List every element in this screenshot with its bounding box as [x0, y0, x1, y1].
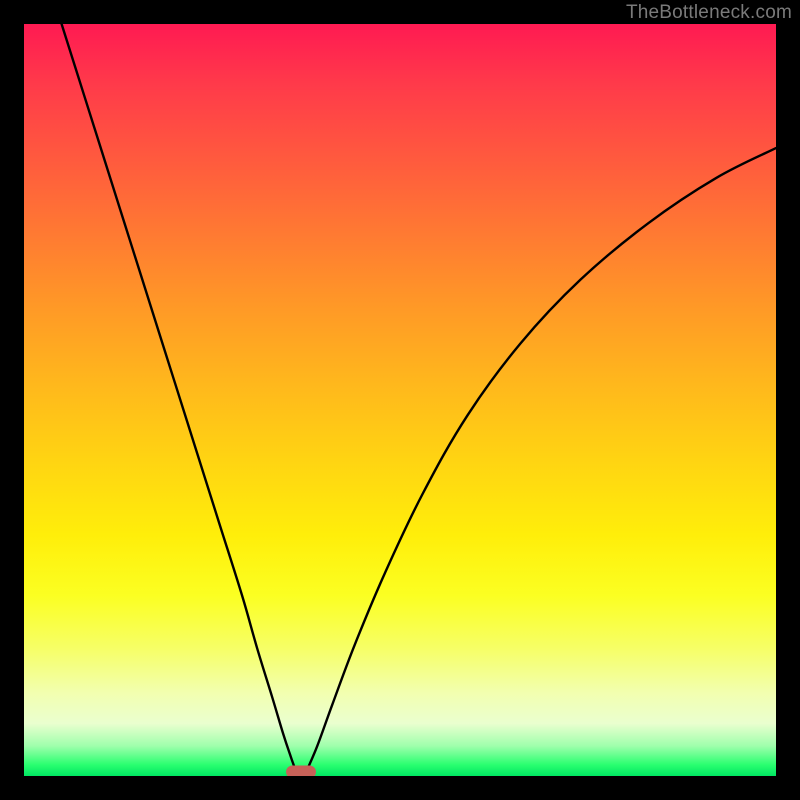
optimal-marker — [286, 766, 316, 776]
plot-area — [24, 24, 776, 776]
watermark-text: TheBottleneck.com — [626, 2, 792, 24]
bottleneck-curve — [24, 24, 776, 776]
chart-frame: TheBottleneck.com — [0, 0, 800, 800]
